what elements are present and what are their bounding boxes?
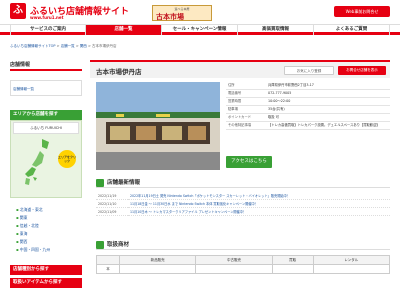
- info-value: 取扱 可: [266, 113, 390, 122]
- favorite-button[interactable]: お気に入り登録: [284, 66, 334, 75]
- store-info-table: 住所 兵庫県伊丹市荻野西2丁目3-17 電話番号 072-777-9005 営業時間…: [226, 82, 390, 130]
- search-by-item-button[interactable]: 取扱いアイテムから探す: [10, 278, 82, 288]
- news-date: 2022/11/09: [96, 207, 128, 216]
- site-url: www.furu1.net: [30, 15, 64, 20]
- items-row-label: 本: [96, 264, 120, 274]
- region-kansai[interactable]: 関西: [16, 238, 50, 246]
- region-kanto[interactable]: 関東: [16, 214, 50, 222]
- store-brand-logo: 遊べる本屋 古本市場: [152, 5, 212, 21]
- click-area-badge: エリアをクリック: [58, 150, 76, 168]
- news-row: 2022/11/09 11月10日木 〜 トレカマスタークリアファイル プレゼント…: [96, 207, 390, 216]
- breadcrumb-top[interactable]: ふるいち店舗情報サイトTOP: [10, 44, 56, 48]
- region-tokai[interactable]: 東海: [16, 230, 50, 238]
- nav-item-high-buyback[interactable]: 高価買取情報: [238, 25, 314, 35]
- nav-item-faq[interactable]: よくあるご質問: [314, 25, 390, 35]
- news-row: 2022/11/19 2022年11月19日土 発売 Nintendo Switc…: [96, 192, 390, 200]
- site-logo-icon[interactable]: ふ: [10, 3, 26, 19]
- info-value: 兵庫県伊丹市荻野西2丁目3-17: [266, 82, 390, 90]
- region-hokkaido-tohoku[interactable]: 北海道・東北: [16, 206, 50, 214]
- info-value[interactable]: 072-777-9005: [266, 89, 390, 98]
- news-link[interactable]: 2022年11月19日土 発売 Nintendo Switch「ポケットモンスタ…: [128, 192, 390, 200]
- news-section-title: 店舗最新情報: [96, 178, 390, 188]
- news-date: 2022/11/19: [96, 192, 128, 200]
- items-cell: [312, 264, 391, 274]
- items-header: 中古販売: [195, 255, 273, 265]
- info-key: 住所: [226, 82, 266, 90]
- region-shinetsu-hokuriku[interactable]: 信越・北陸: [16, 222, 50, 230]
- info-key: ポイントカード: [226, 113, 266, 122]
- items-header: [96, 255, 120, 265]
- news-link[interactable]: 11月18日金 〜 11月30日水 まで Nintendo Switch 本体 …: [128, 199, 390, 208]
- breadcrumb-store-list[interactable]: 店舗一覧: [61, 44, 75, 48]
- items-header: 新品販売: [118, 255, 197, 265]
- items-header: レンタル: [312, 255, 391, 265]
- store-name: 古本市場伊丹店: [96, 68, 142, 76]
- breadcrumb-current: 古本市場伊丹店: [92, 44, 117, 48]
- items-header: 買取: [271, 255, 314, 265]
- info-row-parking: 駐車場 35台(共有): [226, 105, 390, 114]
- region-list: 北海道・東北 関東 信越・北陸 東海 関西 中国・四国・九州: [16, 206, 50, 254]
- search-by-store-type-button[interactable]: 店舗種別から探す: [10, 265, 82, 275]
- items-cell: [118, 264, 197, 274]
- area-search-title: エリアから店舗を探す: [10, 110, 82, 120]
- info-row-hours: 営業時間 10:00〜22:00: [226, 97, 390, 106]
- breadcrumb-kansai[interactable]: 関西: [80, 44, 87, 48]
- items-section-title: 取扱商材: [96, 240, 390, 250]
- info-key: その他特記事項: [226, 121, 266, 130]
- nav-item-sale-campaign[interactable]: セール・キャンペーン情報: [162, 25, 238, 35]
- info-value: 【トレカ高価買取】トレカパーク設置。デュエルスペースあり【買取歓迎】: [266, 121, 390, 130]
- info-row-address: 住所 兵庫県伊丹市荻野西2丁目3-17: [226, 82, 390, 90]
- items-cell: [195, 264, 273, 274]
- store-photo: [96, 82, 220, 170]
- region-chugoku-shikoku-kyushu[interactable]: 中国・四国・九州: [16, 246, 50, 254]
- web-inquiry-button[interactable]: Web事前お問合せ: [334, 6, 390, 17]
- store-brand-main: 古本市場: [156, 13, 184, 21]
- info-row-phone: 電話番号 072-777-9005: [226, 89, 390, 98]
- nav-item-store-list[interactable]: 店舗一覧: [86, 25, 162, 35]
- info-key: 駐車場: [226, 105, 266, 114]
- map-banner: ふるいち FURUICHI: [13, 122, 79, 134]
- news-row: 2022/11/10 11月18日金 〜 11月30日水 まで Nintendo …: [96, 199, 390, 208]
- sidebar-title: 店舗情報: [10, 60, 82, 71]
- info-value: 35台(共有): [266, 105, 390, 114]
- news-table: 2022/11/19 2022年11月19日土 発売 Nintendo Switc…: [96, 192, 390, 216]
- store-info-list-link[interactable]: 店舗情報一覧: [13, 87, 34, 92]
- info-key: 営業時間: [226, 97, 266, 106]
- items-row-book: 本: [96, 264, 391, 274]
- items-header-row: 新品販売 中古販売 買取 レンタル: [96, 255, 391, 265]
- info-row-pointcard: ポイントカード 取扱 可: [226, 113, 390, 122]
- store-brand-sub: 遊べる本屋: [174, 7, 190, 11]
- news-date: 2022/11/10: [96, 199, 128, 208]
- info-key: 電話番号: [226, 89, 266, 98]
- access-button[interactable]: アクセスはこちら: [226, 156, 272, 168]
- news-link[interactable]: 11月10日木 〜 トレカマスタークリアファイル プレゼントキャンペーン開催中！: [128, 207, 390, 216]
- inquiry-store-button[interactable]: お問合せ店舗を表示: [338, 66, 386, 75]
- nav-item-services[interactable]: サービスのご案内: [10, 25, 86, 35]
- items-cell: [271, 264, 314, 274]
- breadcrumb: ふるいち店舗情報サイトTOP > 店舗一覧 > 関西 > 古本市場伊丹店: [10, 44, 117, 49]
- items-table: 新品販売 中古販売 買取 レンタル 本: [96, 255, 391, 274]
- global-nav: サービスのご案内 店舗一覧 セール・キャンペーン情報 高価買取情報 よくあるご質…: [0, 24, 400, 35]
- info-row-notes: その他特記事項 【トレカ高価買取】トレカパーク設置。デュエルスペースあり【買取歓迎…: [226, 121, 390, 130]
- japan-map-icon[interactable]: [22, 137, 52, 192]
- info-value: 10:00〜22:00: [266, 97, 390, 106]
